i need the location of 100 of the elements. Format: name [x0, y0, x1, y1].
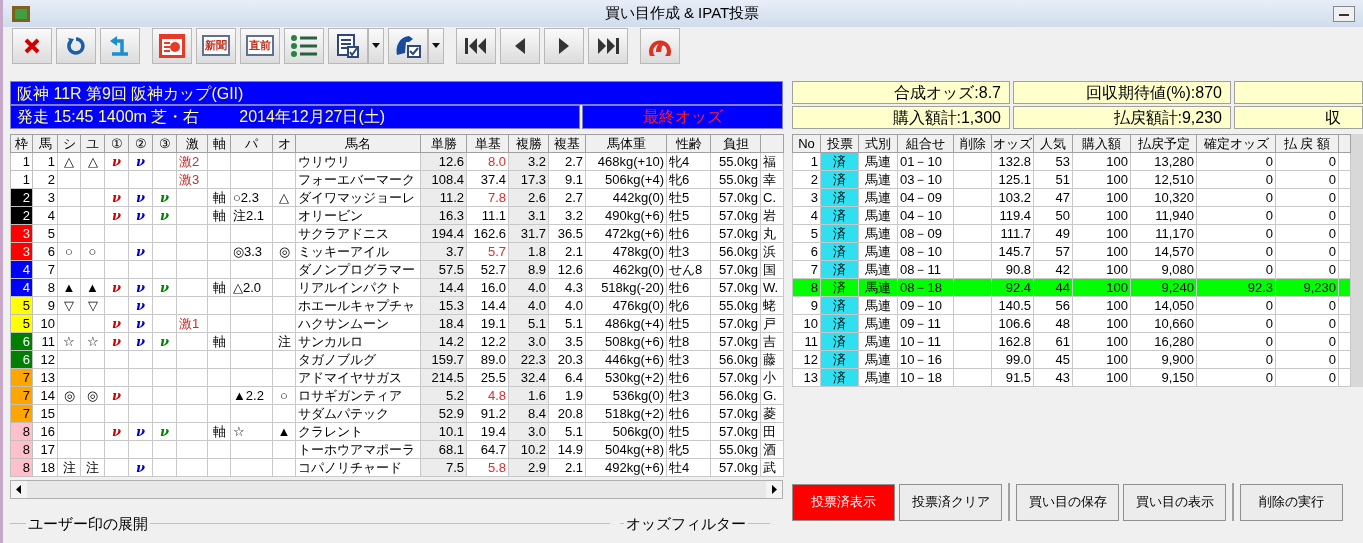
- toolbar-button[interactable]: [328, 27, 368, 64]
- column-header[interactable]: 払 戻 額: [1275, 134, 1339, 153]
- toolbar-button[interactable]: [56, 27, 96, 64]
- table-cell: ν: [104, 278, 129, 297]
- table-cell: ν: [104, 152, 129, 171]
- action-button[interactable]: 買い目の保存: [1016, 483, 1119, 521]
- column-header[interactable]: ユ: [80, 134, 105, 153]
- scroll-left-icon[interactable]: [11, 481, 27, 498]
- column-header[interactable]: 単勝: [420, 134, 467, 153]
- column-header[interactable]: 激: [176, 134, 208, 153]
- table-cell: 5.8: [466, 458, 509, 477]
- column-header[interactable]: 複基: [548, 134, 586, 153]
- column-header[interactable]: 複勝: [508, 134, 549, 153]
- table-cell: 10: [792, 314, 821, 333]
- toolbar-button[interactable]: [456, 27, 496, 64]
- column-header[interactable]: 式別: [858, 134, 898, 153]
- column-header[interactable]: ③: [152, 134, 177, 153]
- scroll-right-icon[interactable]: [766, 481, 782, 498]
- table-cell: 462kg(0): [585, 260, 667, 279]
- summary-value: 合成オッズ:8.7: [792, 81, 1010, 104]
- table-cell: ロサギガンティア: [295, 386, 421, 405]
- bet-row[interactable]: 12 済 馬連 10－16 99.0 45 100 9,900 0 0: [792, 350, 1351, 369]
- table-cell: 51: [1033, 170, 1073, 189]
- column-header[interactable]: 組合せ: [897, 134, 954, 153]
- table-cell: 10－18: [897, 368, 954, 387]
- table-cell: ☆: [80, 332, 105, 351]
- horizontal-scrollbar[interactable]: [10, 480, 783, 499]
- table-cell: 55.0kg: [710, 170, 761, 189]
- bet-row[interactable]: 6 済 馬連 08－10 145.7 57 100 14,570 0 0: [792, 242, 1351, 261]
- bet-row[interactable]: 2 済 馬連 03－10 125.1 51 100 12,510 0 0: [792, 170, 1351, 189]
- column-header[interactable]: パ: [230, 134, 273, 153]
- table-cell: 100: [1072, 260, 1131, 279]
- table-cell: 牡3: [666, 386, 711, 405]
- bet-row[interactable]: 5 済 馬連 08－09 111.7 49 100 11,170 0 0: [792, 224, 1351, 243]
- table-cell: ν: [104, 386, 129, 405]
- action-button[interactable]: 削除の実行: [1240, 483, 1343, 521]
- toolbar-button[interactable]: [544, 27, 584, 64]
- table-cell: 馬連: [858, 224, 898, 243]
- bet-row[interactable]: 3 済 馬連 04－09 103.2 47 100 10,320 0 0: [792, 188, 1351, 207]
- dropdown-button[interactable]: [368, 27, 384, 64]
- toolbar-button[interactable]: [500, 27, 540, 64]
- table-cell: ν: [128, 242, 153, 261]
- column-header[interactable]: ②: [128, 134, 153, 153]
- column-header[interactable]: ①: [104, 134, 129, 153]
- table-cell: 馬連: [858, 260, 898, 279]
- toolbar-button[interactable]: [388, 27, 428, 64]
- table-cell: 4: [792, 206, 821, 225]
- table-cell: ν: [128, 296, 153, 315]
- table-cell: 注2.1: [230, 206, 273, 225]
- bet-row[interactable]: 10 済 馬連 09－11 106.6 48 100 10,660 0 0: [792, 314, 1351, 333]
- column-header[interactable]: 削除: [953, 134, 992, 153]
- column-header[interactable]: 単基: [466, 134, 509, 153]
- toolbar-button[interactable]: 直前: [240, 27, 280, 64]
- toolbar-button[interactable]: [588, 27, 628, 64]
- toolbar-button[interactable]: 新聞: [196, 27, 236, 64]
- table-cell: 45: [1033, 350, 1073, 369]
- column-header[interactable]: オッズ: [991, 134, 1034, 153]
- table-cell: 牡5: [666, 314, 711, 333]
- table-cell: 57.0kg: [710, 206, 761, 225]
- table-cell: 5.1: [548, 422, 586, 441]
- column-header[interactable]: 確定オッズ: [1196, 134, 1276, 153]
- bet-row[interactable]: 11 済 馬連 10－11 162.8 61 100 16,280 0 0: [792, 332, 1351, 351]
- table-cell: 9,240: [1130, 278, 1197, 297]
- action-button[interactable]: 投票済クリア: [899, 483, 1002, 521]
- table-cell: 軸: [207, 422, 231, 441]
- toolbar-button[interactable]: [284, 27, 324, 64]
- action-button[interactable]: 買い目の表示: [1123, 483, 1226, 521]
- table-cell: 10: [32, 314, 58, 333]
- column-header[interactable]: 負担: [710, 134, 761, 153]
- column-header[interactable]: 投票: [820, 134, 859, 153]
- column-header[interactable]: シ: [57, 134, 81, 153]
- bet-row[interactable]: 13 済 馬連 10－18 91.5 43 100 9,150 0 0: [792, 368, 1351, 387]
- column-header[interactable]: 払戻予定: [1130, 134, 1197, 153]
- bet-row[interactable]: 1 済 馬連 01－10 132.8 53 100 13,280 0 0: [792, 152, 1351, 171]
- vertical-scrollbar[interactable]: [1351, 134, 1363, 387]
- table-cell: 0: [1275, 224, 1339, 243]
- table-cell: ν: [128, 278, 153, 297]
- bet-row[interactable]: 9 済 馬連 09－10 140.5 56 100 14,050 0 0: [792, 296, 1351, 315]
- column-header[interactable]: 馬: [32, 134, 58, 153]
- column-header[interactable]: 馬名: [295, 134, 421, 153]
- table-cell: 8: [32, 278, 58, 297]
- column-header[interactable]: 人気: [1033, 134, 1073, 153]
- table-cell: 57.0kg: [710, 368, 761, 387]
- bet-row[interactable]: 4 済 馬連 04－10 119.4 50 100 11,940 0 0: [792, 206, 1351, 225]
- action-button[interactable]: 投票済表示: [792, 483, 895, 521]
- column-header[interactable]: No: [792, 134, 821, 153]
- toolbar-button[interactable]: [12, 27, 52, 64]
- column-header[interactable]: 枠: [10, 134, 33, 153]
- column-header[interactable]: 馬体重: [585, 134, 667, 153]
- bet-row[interactable]: 7 済 馬連 08－11 90.8 42 100 9,080 0 0: [792, 260, 1351, 279]
- column-header[interactable]: 軸: [207, 134, 231, 153]
- table-cell: 2.7: [548, 152, 586, 171]
- table-cell: 55.0kg: [710, 152, 761, 171]
- dropdown-button[interactable]: [428, 27, 444, 64]
- column-header[interactable]: オ: [272, 134, 296, 153]
- table-cell: 16,280: [1130, 332, 1197, 351]
- column-header[interactable]: 購入額: [1072, 134, 1131, 153]
- minimize-icon[interactable]: [1333, 5, 1355, 22]
- table-cell: 7: [792, 260, 821, 279]
- column-header[interactable]: 性齢: [666, 134, 711, 153]
